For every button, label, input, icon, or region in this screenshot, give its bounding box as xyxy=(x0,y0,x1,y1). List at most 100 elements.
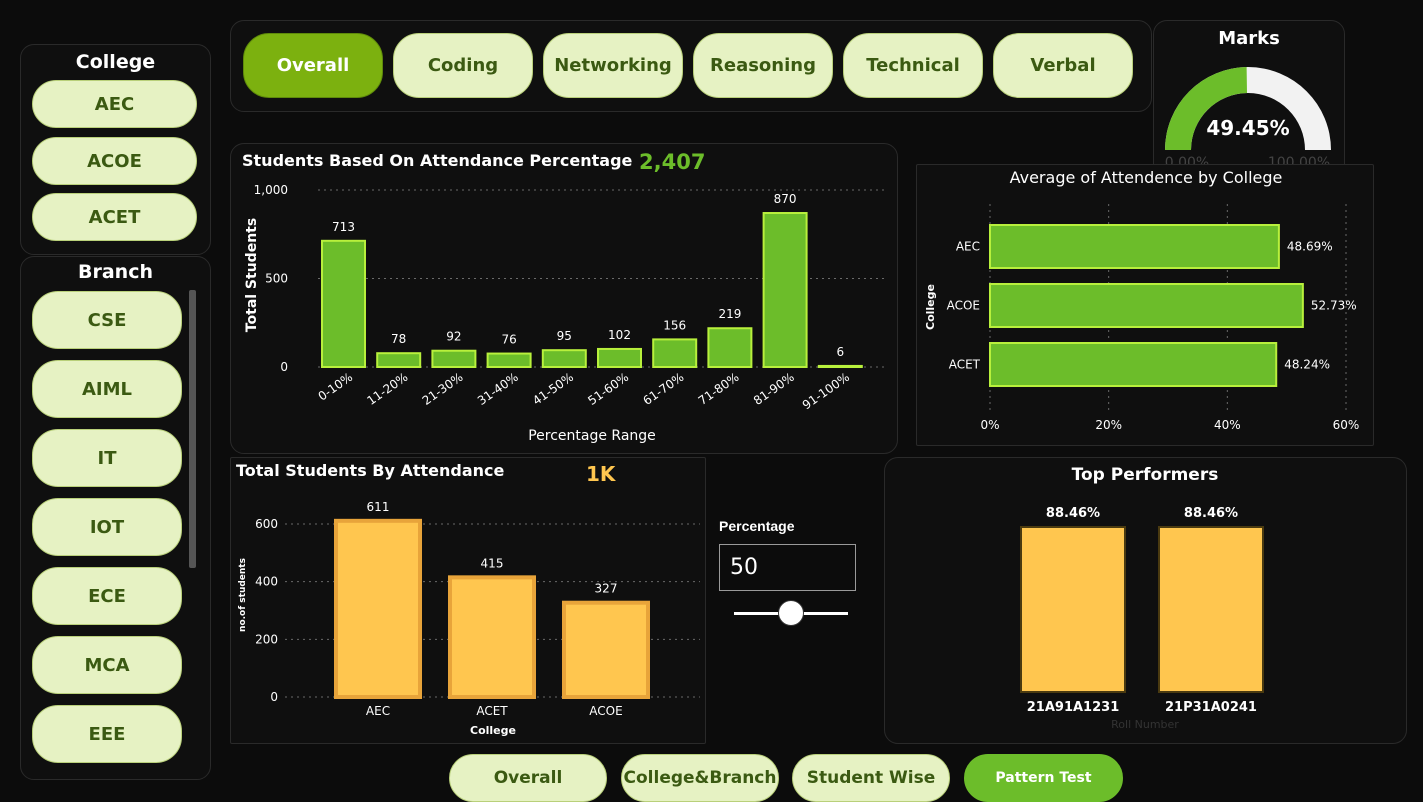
college-option-aec[interactable]: AEC xyxy=(32,80,197,128)
bar xyxy=(989,342,1278,387)
branch-option-iot[interactable]: IOT xyxy=(32,498,182,556)
x-tick-label: 61-70% xyxy=(640,370,686,408)
y-tick-label: 0 xyxy=(270,690,278,704)
college-avg-chart: Average of Attendence by College 0% 20% 40%… xyxy=(924,168,1360,432)
chart-title: Total Students By Attendance xyxy=(236,461,505,480)
bar-value-label: 52.73% xyxy=(1311,299,1357,313)
y-tick-label: AEC xyxy=(956,240,980,254)
tab-verbal[interactable]: Verbal xyxy=(993,33,1133,98)
x-tick-label: 21P31A0241 xyxy=(1165,700,1257,715)
bar-value-label: 870 xyxy=(774,192,797,206)
bar-value-label: 95 xyxy=(557,329,572,343)
bar-value-label: 92 xyxy=(446,330,461,344)
x-tick-label: 21-30% xyxy=(420,370,466,408)
x-tick-label: AEC xyxy=(366,704,390,718)
bar xyxy=(562,600,650,699)
bar xyxy=(817,364,863,369)
y-axis-label: Total Students xyxy=(244,218,260,332)
y-tick-label: 500 xyxy=(265,272,288,286)
bar-value-label: 611 xyxy=(367,500,390,514)
x-axis-label: College xyxy=(470,724,516,737)
tab-coding[interactable]: Coding xyxy=(393,33,533,98)
y-tick-label: 600 xyxy=(255,517,278,531)
marks-gauge: 49.45% 0.00% 100.00% xyxy=(1165,67,1331,171)
x-tick-label: 0-10% xyxy=(316,370,356,404)
bar xyxy=(989,224,1280,269)
x-tick-label: 20% xyxy=(1095,418,1122,432)
x-tick-label: 40% xyxy=(1214,418,1241,432)
bar-value-label: 88.46% xyxy=(1046,506,1100,521)
branch-scrollbar[interactable] xyxy=(189,290,196,568)
bar-value-label: 713 xyxy=(332,220,355,234)
bar-value-label: 48.24% xyxy=(1284,358,1330,372)
bar-value-label: 48.69% xyxy=(1287,240,1333,254)
college-filter-title: College xyxy=(75,51,156,73)
marks-gauge-title: Marks xyxy=(1218,28,1280,49)
bar xyxy=(321,239,366,368)
x-tick-label: 71-80% xyxy=(696,370,742,408)
chart-title: Average of Attendence by College xyxy=(1010,168,1283,187)
branch-option-aiml[interactable]: AIML xyxy=(32,360,182,418)
bar-value-label: 76 xyxy=(501,333,516,347)
x-tick-label: 11-20% xyxy=(364,370,410,408)
tab-networking[interactable]: Networking xyxy=(543,33,683,98)
bar-value-label: 102 xyxy=(608,328,631,342)
chart-title: Top Performers xyxy=(1072,465,1219,485)
bar xyxy=(1020,526,1126,693)
bar xyxy=(376,352,422,368)
x-tick-label: 0% xyxy=(980,418,999,432)
nav-pattern-test-button[interactable]: Pattern Test xyxy=(964,754,1123,802)
chart-kpi: 1K xyxy=(586,462,617,486)
bar xyxy=(486,352,532,369)
x-tick-label: 91-100% xyxy=(800,370,852,412)
x-tick-label: 21A91A1231 xyxy=(1027,700,1120,715)
bar-value-label: 156 xyxy=(663,318,686,332)
branch-option-mca[interactable]: MCA xyxy=(32,636,182,694)
bar xyxy=(652,338,698,368)
x-tick-label: 51-60% xyxy=(585,370,631,408)
branch-option-cse[interactable]: CSE xyxy=(32,291,182,349)
bar-value-label: 78 xyxy=(391,332,406,346)
bar-value-label: 219 xyxy=(718,307,741,321)
x-tick-label: ACET xyxy=(476,704,508,718)
nav-student-wise-button[interactable]: Student Wise xyxy=(792,754,950,802)
x-tick-label: 31-40% xyxy=(475,370,521,408)
percentage-input[interactable] xyxy=(719,544,856,591)
y-tick-label: ACET xyxy=(949,358,981,372)
branch-filter-title: Branch xyxy=(78,261,153,283)
branch-option-eee[interactable]: EEE xyxy=(32,705,182,763)
college-option-acoe[interactable]: ACOE xyxy=(32,137,197,185)
x-tick-label: ACOE xyxy=(589,704,622,718)
tab-technical[interactable]: Technical xyxy=(843,33,983,98)
branch-option-ece[interactable]: ECE xyxy=(32,567,182,625)
percentage-slider-handle[interactable] xyxy=(778,600,804,626)
x-tick-label: 60% xyxy=(1333,418,1360,432)
x-tick-label: 41-50% xyxy=(530,370,576,408)
x-axis-label: Percentage Range xyxy=(528,428,656,444)
y-tick-label: 400 xyxy=(255,575,278,589)
bar xyxy=(762,212,808,369)
gauge-value: 49.45% xyxy=(1206,116,1289,140)
tab-reasoning[interactable]: Reasoning xyxy=(693,33,833,98)
bar-value-label: 88.46% xyxy=(1184,506,1238,521)
bar xyxy=(597,347,642,368)
students-by-attendance-chart: Total Students By Attendance 1K 0 200 400 600… xyxy=(236,461,700,737)
chart-total-kpi: 2,407 xyxy=(639,150,705,174)
bar-value-label: 415 xyxy=(481,556,504,570)
bar xyxy=(989,283,1304,328)
college-option-acet[interactable]: ACET xyxy=(32,193,197,241)
attendance-chart: Students Based On Attendance Percentage 2… xyxy=(242,150,888,444)
top-performers-chart: Top Performers 88.46% 21A91A1231 88.46% 21P3… xyxy=(1020,465,1264,731)
x-tick-label: 81-90% xyxy=(751,370,797,408)
nav-college-branch-button[interactable]: College&Branch xyxy=(621,754,779,802)
bar xyxy=(448,575,536,699)
chart-title: Students Based On Attendance Percentage xyxy=(242,151,633,170)
x-axis-label: Roll Number xyxy=(1111,718,1179,731)
y-tick-label: ACOE xyxy=(947,299,980,313)
branch-option-it[interactable]: IT xyxy=(32,429,182,487)
bar xyxy=(1158,526,1264,693)
nav-overall-button[interactable]: Overall xyxy=(449,754,607,802)
y-axis-label: no.of students xyxy=(238,558,248,632)
y-tick-label: 0 xyxy=(280,360,288,374)
tab-overall[interactable]: Overall xyxy=(243,33,383,98)
